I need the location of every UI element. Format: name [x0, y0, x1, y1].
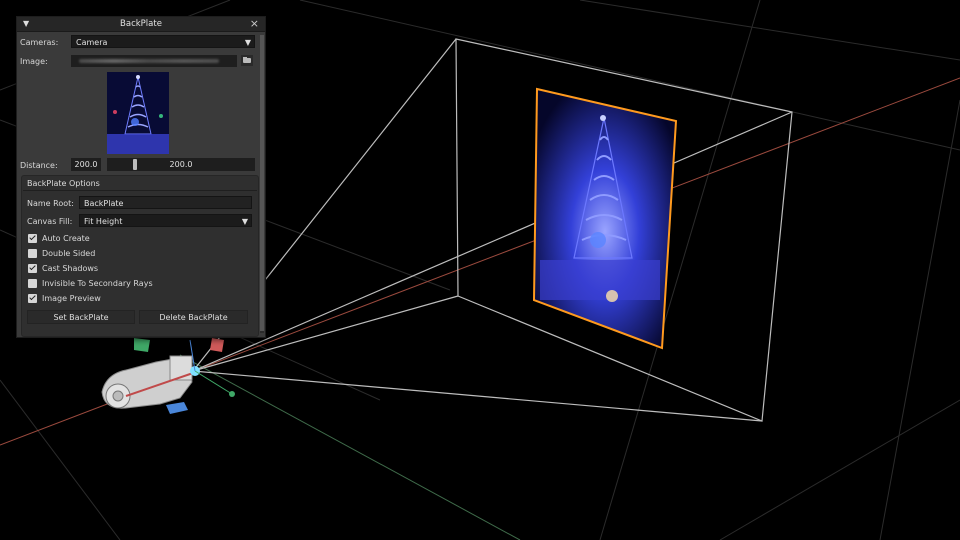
- camera-frustum: [192, 38, 793, 422]
- panel-titlebar[interactable]: ▼ BackPlate ×: [17, 17, 265, 32]
- double-sided-label: Double Sided: [42, 249, 96, 258]
- image-path-field[interactable]: [71, 55, 237, 67]
- auto-create-label: Auto Create: [42, 234, 90, 243]
- cameras-dropdown[interactable]: Camera ▼: [71, 35, 255, 48]
- backplate-options-group: BackPlate Options Name Root: BackPlate C…: [21, 175, 259, 337]
- image-path-redacted: [79, 59, 219, 63]
- double-sided-checkbox[interactable]: [28, 249, 37, 258]
- auto-create-checkbox[interactable]: [28, 234, 37, 243]
- image-preview-thumbnail: [107, 72, 169, 154]
- name-root-value: BackPlate: [84, 199, 124, 208]
- cameras-value: Camera: [76, 38, 108, 47]
- invisible-secondary-rays-label: Invisible To Secondary Rays: [42, 279, 153, 288]
- name-root-input[interactable]: BackPlate: [79, 196, 252, 209]
- delete-backplate-button[interactable]: Delete BackPlate: [139, 310, 248, 324]
- scrollbar-grip[interactable]: [260, 35, 264, 331]
- options-title: BackPlate Options: [27, 179, 100, 188]
- image-label: Image:: [20, 57, 48, 66]
- distance-slider-knob[interactable]: [133, 159, 137, 170]
- canvas-fill-label: Canvas Fill:: [27, 217, 73, 226]
- triangle-down-icon[interactable]: ▼: [23, 19, 29, 28]
- image-preview-label: Image Preview: [42, 294, 101, 303]
- world-axis-z: [179, 354, 521, 540]
- dropdown-arrow-icon: ▼: [244, 38, 251, 47]
- invisible-secondary-rays-checkbox[interactable]: [28, 279, 37, 288]
- distance-slider[interactable]: 200.0: [107, 158, 255, 171]
- backplate-panel: ▼ BackPlate × Cameras: Camera ▼ Image: D…: [16, 16, 266, 338]
- distance-input[interactable]: 200.0: [71, 158, 101, 171]
- folder-icon[interactable]: [241, 55, 253, 66]
- name-root-label: Name Root:: [27, 199, 74, 208]
- distance-slider-value: 200.0: [169, 160, 193, 169]
- distance-label: Distance:: [20, 161, 58, 170]
- panel-scrollbar[interactable]: [260, 35, 264, 333]
- canvas-fill-dropdown[interactable]: Fit Height ▼: [79, 214, 252, 227]
- set-backplate-button[interactable]: Set BackPlate: [27, 310, 135, 324]
- cast-shadows-label: Cast Shadows: [42, 264, 99, 273]
- dropdown-arrow-icon: ▼: [241, 217, 248, 226]
- image-preview-checkbox[interactable]: [28, 294, 37, 303]
- backplate-image: [534, 89, 676, 348]
- panel-title: BackPlate: [120, 19, 162, 29]
- close-icon[interactable]: ×: [250, 17, 259, 30]
- cast-shadows-checkbox[interactable]: [28, 264, 37, 273]
- cameras-label: Cameras:: [20, 38, 59, 47]
- canvas-fill-value: Fit Height: [84, 217, 123, 226]
- camera-model: [101, 338, 235, 414]
